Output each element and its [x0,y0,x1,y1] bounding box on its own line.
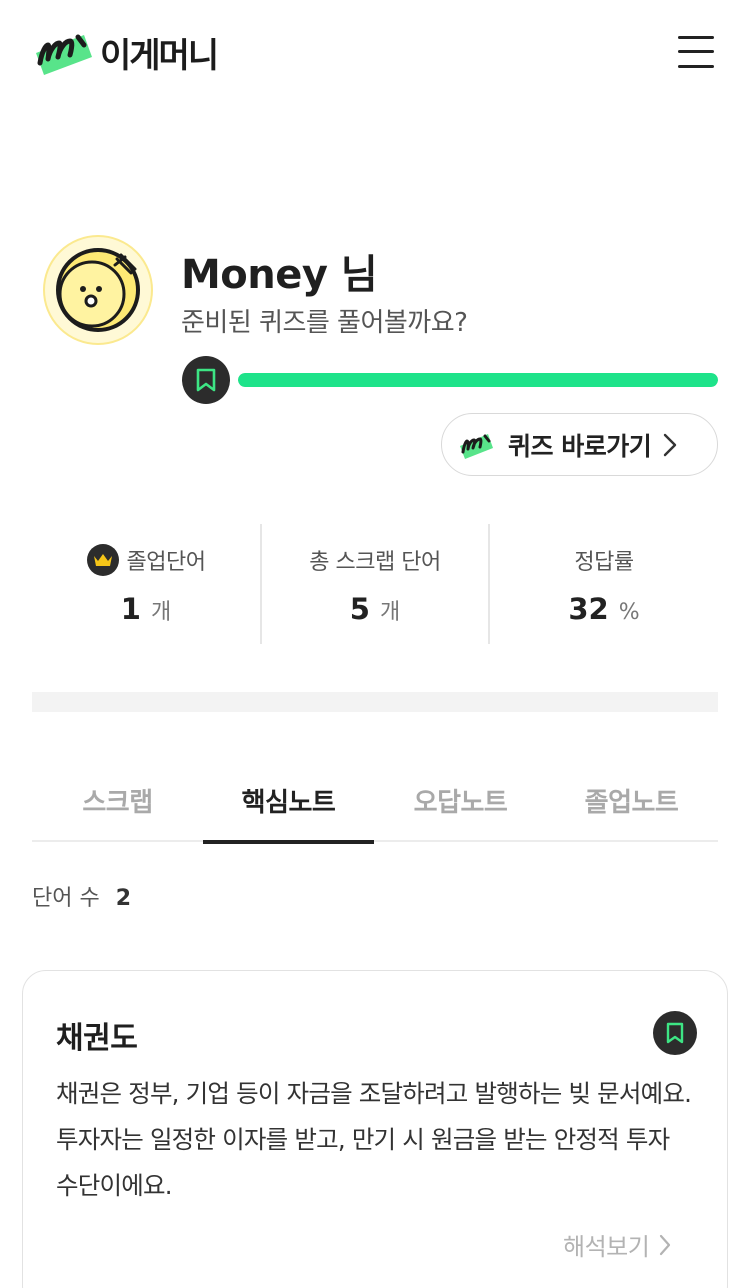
stat-value: 5 [349,592,370,626]
quiz-shortcut-label: 퀴즈 바로가기 [508,431,652,461]
app-header: 이게머니 [0,0,751,100]
stat-accuracy: 정답률 32 % [490,524,718,644]
logo-mark-icon [460,433,493,459]
logo-mark-icon [36,34,92,75]
tab-graduated-notes[interactable]: 졸업노트 [546,760,717,842]
section-divider [32,692,718,712]
crown-icon [86,544,119,576]
bookmark-icon[interactable] [653,1011,697,1055]
user-greeting-name: Money 님 [181,252,378,298]
word-count-label: 단어 수 [32,886,100,911]
progress-track [238,373,718,387]
note-tabs: 스크랩 핵심노트 오답노트 졸업노트 [32,760,718,844]
stat-unit: 개 [379,600,401,625]
avatar [43,235,153,345]
quiz-shortcut-button[interactable]: 퀴즈 바로가기 [441,413,718,476]
view-interpretation-label: 해석보기 [563,1233,650,1261]
stat-value: 32 [568,592,609,626]
word-card-description: 채권은 정부, 기업 등이 자금을 조달하려고 발행하는 빚 문서예요. 투자자… [56,1079,692,1200]
hamburger-menu-icon[interactable] [676,34,716,70]
quiz-progress [182,356,722,406]
tab-wrong-answer-notes[interactable]: 오답노트 [375,760,546,842]
stat-unit: % [618,600,640,625]
coin-character-icon [56,248,140,332]
tab-key-notes[interactable]: 핵심노트 [203,760,374,844]
word-card[interactable]: 채권도 채권은 정부, 기업 등이 자금을 조달하려고 발행하는 빚 문서예요.… [22,970,728,1288]
progress-fill [238,373,718,387]
bookmark-icon [182,356,230,404]
word-card-title: 채권도 [56,1021,138,1056]
stat-unit: 개 [150,600,172,625]
chevron-right-icon [660,1234,671,1255]
tab-scrap[interactable]: 스크랩 [32,760,203,842]
stats-panel: 졸업단어 1 개 총 스크랩 단어 5 개 정답률 32 % [32,524,718,644]
app-logo[interactable]: 이게머니 [32,26,219,78]
stat-label: 총 스크랩 단어 [309,550,441,575]
stat-label: 정답률 [574,550,634,575]
stat-graduated-words: 졸업단어 1 개 [32,524,260,644]
stat-value: 1 [120,592,141,626]
view-interpretation-link[interactable]: 해석보기 [563,1227,671,1262]
logo-text: 이게머니 [100,35,219,76]
chevron-right-icon [664,433,677,456]
word-count-value: 2 [115,886,132,911]
user-greeting-subtitle: 준비된 퀴즈를 풀어볼까요? [181,308,468,338]
stat-label: 졸업단어 [126,550,206,575]
stat-total-scrap-words: 총 스크랩 단어 5 개 [261,524,489,644]
word-count: 단어 수 2 [32,880,131,912]
